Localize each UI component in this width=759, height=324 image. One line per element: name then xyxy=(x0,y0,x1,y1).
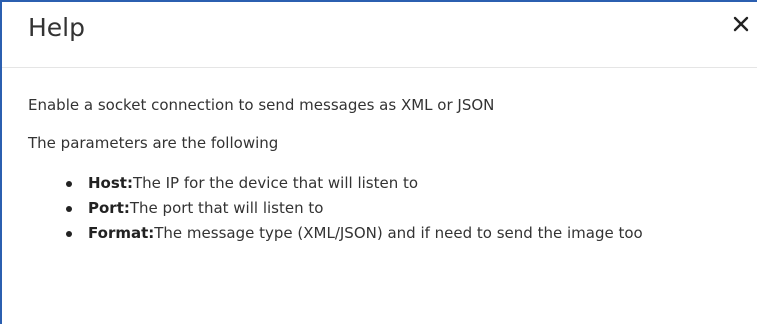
param-desc: The message type (XML/JSON) and if need … xyxy=(154,224,643,242)
param-desc: The port that will listen to xyxy=(129,199,324,217)
dialog-header: Help xyxy=(2,2,757,68)
help-dialog: Help Enable a socket connection to send … xyxy=(0,0,757,324)
bullet-icon xyxy=(66,206,72,212)
close-button[interactable] xyxy=(729,12,753,36)
param-key: Port: xyxy=(88,199,130,217)
list-item-host: Host:The IP for the device that will lis… xyxy=(62,172,708,195)
dialog-title: Help xyxy=(28,13,85,42)
params-list: Host:The IP for the device that will lis… xyxy=(28,172,748,245)
bullet-icon xyxy=(66,181,72,187)
list-item-port: Port:The port that will listen to xyxy=(62,197,708,220)
intro-text: Enable a socket connection to send messa… xyxy=(28,96,495,114)
param-key: Host: xyxy=(88,174,133,192)
list-item-format: Format:The message type (XML/JSON) and i… xyxy=(62,222,708,245)
dialog-body: Enable a socket connection to send messa… xyxy=(28,94,748,247)
close-icon xyxy=(732,15,750,33)
param-desc: The IP for the device that will listen t… xyxy=(132,174,419,192)
bullet-icon xyxy=(66,231,72,237)
params-intro-text: The parameters are the following xyxy=(28,134,279,152)
param-key: Format: xyxy=(88,224,155,242)
